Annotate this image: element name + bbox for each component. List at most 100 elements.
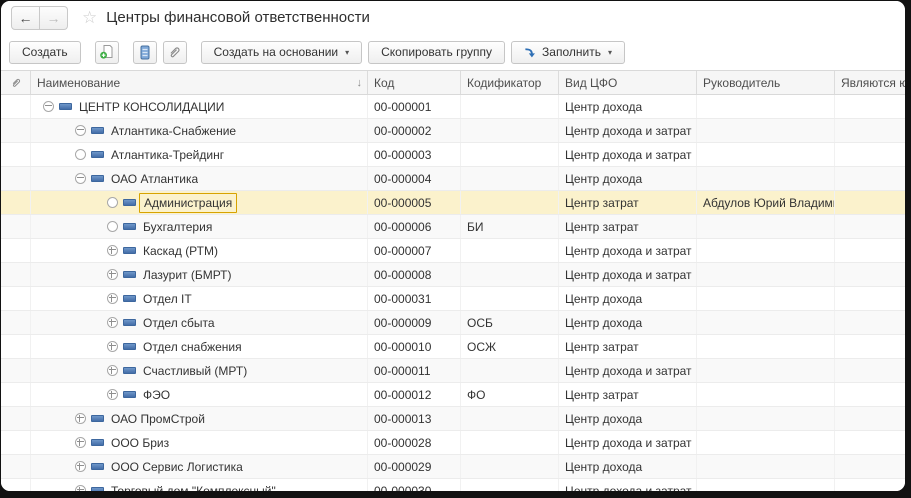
codifier-cell[interactable]: ОСБ <box>461 311 559 334</box>
table-row[interactable]: Администрация 00-000005 Центр затрат Абд… <box>1 191 905 215</box>
manager-cell[interactable] <box>697 167 835 190</box>
cfo-type-cell[interactable]: Центр дохода и затрат <box>559 479 697 491</box>
cfo-type-cell[interactable]: Центр дохода и затрат <box>559 143 697 166</box>
table-row[interactable]: Отдел снабжения 00-000010 ОСЖ Центр затр… <box>1 335 905 359</box>
expander-icon[interactable] <box>75 413 86 424</box>
table-row[interactable]: ОАО Атлантика 00-000004 Центр дохода <box>1 167 905 191</box>
name-cell[interactable]: ЦЕНТР КОНСОЛИДАЦИИ <box>31 95 368 118</box>
table-row[interactable]: ЦЕНТР КОНСОЛИДАЦИИ 00-000001 Центр доход… <box>1 95 905 119</box>
cfo-type-cell[interactable]: Центр дохода <box>559 167 697 190</box>
code-cell[interactable]: 00-000031 <box>368 287 461 310</box>
manager-cell[interactable] <box>697 359 835 382</box>
table-row[interactable]: ОАО ПромСтрой 00-000013 Центр дохода <box>1 407 905 431</box>
cfo-type-cell[interactable]: Центр дохода и затрат <box>559 431 697 454</box>
legal-entity-cell[interactable] <box>835 263 905 286</box>
cfo-type-cell[interactable]: Центр затрат <box>559 191 697 214</box>
expander-icon[interactable] <box>75 437 86 448</box>
code-cell[interactable]: 00-000029 <box>368 455 461 478</box>
code-cell[interactable]: 00-000028 <box>368 431 461 454</box>
code-column-header[interactable]: Код <box>368 71 461 94</box>
expander-icon[interactable] <box>75 173 86 184</box>
legal-entity-cell[interactable] <box>835 335 905 358</box>
codifier-cell[interactable] <box>461 431 559 454</box>
codifier-cell[interactable] <box>461 455 559 478</box>
cfo-type-cell[interactable]: Центр дохода и затрат <box>559 119 697 142</box>
table-row[interactable]: Торговый дом "Комплексный" 00-000030 Цен… <box>1 479 905 491</box>
code-cell[interactable]: 00-000007 <box>368 239 461 262</box>
manager-cell[interactable] <box>697 215 835 238</box>
manager-cell[interactable] <box>697 455 835 478</box>
legal-entity-cell[interactable] <box>835 95 905 118</box>
name-cell[interactable]: ООО Бриз <box>31 431 368 454</box>
cfo-type-cell[interactable]: Центр затрат <box>559 383 697 406</box>
manager-column-header[interactable]: Руководитель <box>697 71 835 94</box>
back-button[interactable]: ← <box>11 5 40 30</box>
codifier-cell[interactable] <box>461 119 559 142</box>
manager-cell[interactable] <box>697 263 835 286</box>
cfo-type-cell[interactable]: Центр затрат <box>559 335 697 358</box>
legal-entity-cell[interactable] <box>835 359 905 382</box>
expander-icon[interactable] <box>75 149 86 160</box>
code-cell[interactable]: 00-000010 <box>368 335 461 358</box>
table-row[interactable]: ФЭО 00-000012 ФО Центр затрат <box>1 383 905 407</box>
codifier-cell[interactable]: ФО <box>461 383 559 406</box>
table-row[interactable]: Лазурит (БМРТ) 00-000008 Центр дохода и … <box>1 263 905 287</box>
fill-button[interactable]: Заполнить ▾ <box>511 40 625 64</box>
codifier-cell[interactable] <box>461 407 559 430</box>
cfo-type-cell[interactable]: Центр дохода <box>559 287 697 310</box>
name-cell[interactable]: Атлантика-Снабжение <box>31 119 368 142</box>
name-cell[interactable]: Атлантика-Трейдинг <box>31 143 368 166</box>
code-cell[interactable]: 00-000011 <box>368 359 461 382</box>
name-cell[interactable]: ОАО ПромСтрой <box>31 407 368 430</box>
expander-icon[interactable] <box>107 221 118 232</box>
cfo-type-cell[interactable]: Центр дохода и затрат <box>559 263 697 286</box>
code-cell[interactable]: 00-000002 <box>368 119 461 142</box>
name-cell[interactable]: ОАО Атлантика <box>31 167 368 190</box>
legal-entity-cell[interactable] <box>835 119 905 142</box>
name-column-header[interactable]: Наименование ↓ <box>31 71 368 94</box>
expander-icon[interactable] <box>107 389 118 400</box>
table-row[interactable]: Каскад (РТМ) 00-000007 Центр дохода и за… <box>1 239 905 263</box>
code-cell[interactable]: 00-000006 <box>368 215 461 238</box>
cfo-type-column-header[interactable]: Вид ЦФО <box>559 71 697 94</box>
expander-icon[interactable] <box>107 317 118 328</box>
codifier-cell[interactable] <box>461 95 559 118</box>
expander-icon[interactable] <box>107 245 118 256</box>
name-cell[interactable]: ООО Сервис Логистика <box>31 455 368 478</box>
legal-entity-cell[interactable] <box>835 215 905 238</box>
sort-descending-icon[interactable]: ↓ <box>357 77 363 89</box>
manager-cell[interactable] <box>697 95 835 118</box>
expander-icon[interactable] <box>75 461 86 472</box>
create-button[interactable]: Создать <box>9 40 81 64</box>
manager-cell[interactable] <box>697 407 835 430</box>
legal-entity-cell[interactable] <box>835 407 905 430</box>
codifier-cell[interactable] <box>461 263 559 286</box>
legal-entity-cell[interactable] <box>835 455 905 478</box>
table-row[interactable]: Атлантика-Трейдинг 00-000003 Центр доход… <box>1 143 905 167</box>
expander-icon[interactable] <box>75 485 86 491</box>
table-row[interactable]: Счастливый (МРТ) 00-000011 Центр дохода … <box>1 359 905 383</box>
expander-icon[interactable] <box>43 101 54 112</box>
manager-cell[interactable] <box>697 239 835 262</box>
expander-icon[interactable] <box>107 293 118 304</box>
name-cell[interactable]: Лазурит (БМРТ) <box>31 263 368 286</box>
manager-cell[interactable] <box>697 431 835 454</box>
codifier-cell[interactable] <box>461 191 559 214</box>
legal-entity-cell[interactable] <box>835 167 905 190</box>
legal-entity-cell[interactable] <box>835 311 905 334</box>
list-report-button[interactable] <box>132 40 157 64</box>
codifier-column-header[interactable]: Кодификатор <box>461 71 559 94</box>
copy-group-button[interactable]: Скопировать группу <box>368 40 506 64</box>
legal-entity-cell[interactable] <box>835 143 905 166</box>
favorite-star-icon[interactable]: ☆ <box>82 9 97 26</box>
legal-entity-cell[interactable] <box>835 191 905 214</box>
codifier-cell[interactable] <box>461 479 559 491</box>
code-cell[interactable]: 00-000013 <box>368 407 461 430</box>
cfo-type-cell[interactable]: Центр дохода и затрат <box>559 239 697 262</box>
create-group-button[interactable] <box>94 40 119 64</box>
code-cell[interactable]: 00-000030 <box>368 479 461 491</box>
code-cell[interactable]: 00-000004 <box>368 167 461 190</box>
cfo-type-cell[interactable]: Центр дохода <box>559 95 697 118</box>
code-cell[interactable]: 00-000001 <box>368 95 461 118</box>
expander-icon[interactable] <box>107 365 118 376</box>
